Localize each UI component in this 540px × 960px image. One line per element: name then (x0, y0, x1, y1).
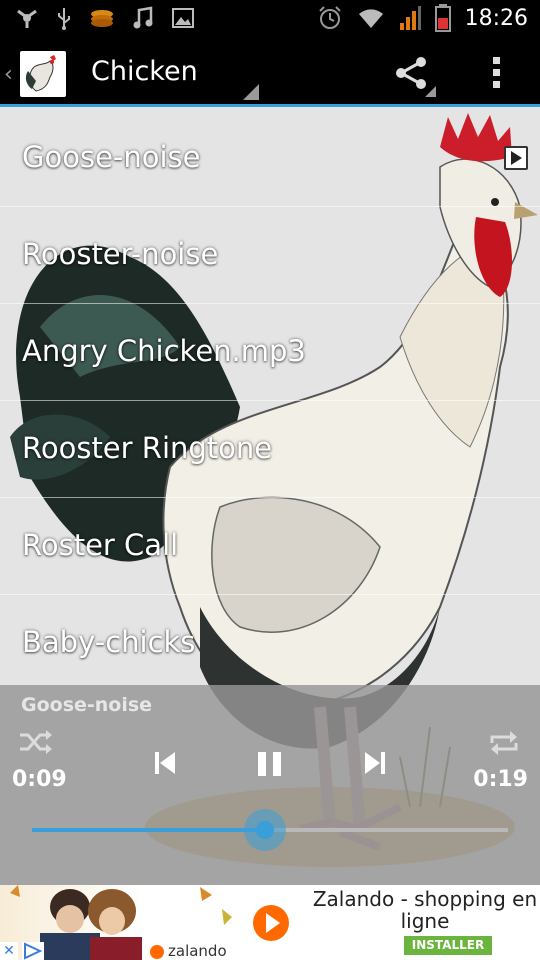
ad-install-button[interactable]: INSTALLER (404, 936, 492, 955)
pause-icon[interactable] (256, 751, 284, 781)
usb-icon (58, 8, 70, 30)
shuffle-icon[interactable] (18, 729, 52, 759)
wifi-icon (358, 9, 383, 28)
sound-label: Rooster-noise (22, 237, 219, 271)
sound-label: Rooster Ringtone (22, 431, 273, 465)
coin-stack-icon (91, 10, 113, 27)
page-title[interactable]: Chicken (91, 56, 198, 87)
ad-app-icon[interactable] (236, 889, 306, 957)
share-icon[interactable] (394, 55, 428, 95)
seek-bar-progress (32, 828, 266, 832)
current-time: 0:09 (12, 767, 67, 792)
list-item[interactable]: Rooster Ringtone (0, 401, 540, 498)
zalando-logo-icon (150, 945, 164, 959)
play-icon[interactable] (504, 146, 528, 170)
app-logo-icon[interactable] (20, 51, 66, 97)
sound-list: Goose-noise Rooster-noise Angry Chicken.… (0, 110, 540, 691)
ad-headline[interactable]: Zalando - shopping en ligne (312, 888, 538, 932)
clock: 18:26 (464, 5, 528, 31)
repeat-icon[interactable] (488, 729, 520, 761)
list-item[interactable]: Goose-noise (0, 110, 540, 207)
signal-icon (399, 6, 421, 30)
sound-label: Roster Call (22, 528, 179, 562)
previous-icon[interactable] (154, 751, 176, 779)
overflow-menu-icon[interactable] (490, 55, 504, 95)
music-note-icon (133, 6, 153, 29)
media-player: Goose-noise 0:09 0:19 (0, 685, 540, 885)
ad-choices-icon[interactable] (22, 942, 44, 960)
sound-label: Angry Chicken.mp3 (22, 334, 306, 368)
list-item[interactable]: Rooster-noise (0, 207, 540, 304)
list-item[interactable]: Baby-chicks (0, 595, 540, 691)
list-item[interactable]: Angry Chicken.mp3 (0, 304, 540, 401)
sound-label: Baby-chicks (22, 625, 196, 659)
action-bar: ‹ Chicken (0, 38, 540, 107)
total-time: 0:19 (473, 767, 528, 792)
image-icon (172, 8, 194, 28)
next-icon[interactable] (364, 751, 386, 779)
ad-banner[interactable]: ✕ zalando Zalando - shopping en ligne IN… (0, 885, 540, 960)
seek-bar[interactable] (32, 809, 508, 851)
sound-label: Goose-noise (22, 140, 201, 174)
content-area: Goose-noise Rooster-noise Angry Chicken.… (0, 107, 540, 885)
share-dropdown-indicator-icon (425, 86, 436, 97)
now-playing-title: Goose-noise (21, 694, 153, 716)
battery-icon (434, 4, 451, 32)
notification-icon (17, 9, 37, 28)
up-caret-icon[interactable]: ‹ (4, 62, 13, 87)
status-bar: 18:26 (0, 0, 540, 38)
ad-close-icon[interactable]: ✕ (0, 942, 18, 960)
spinner-indicator-icon (243, 84, 259, 100)
ad-brand: zalando (168, 942, 227, 960)
alarm-icon (318, 6, 341, 29)
list-item[interactable]: Roster Call (0, 498, 540, 595)
